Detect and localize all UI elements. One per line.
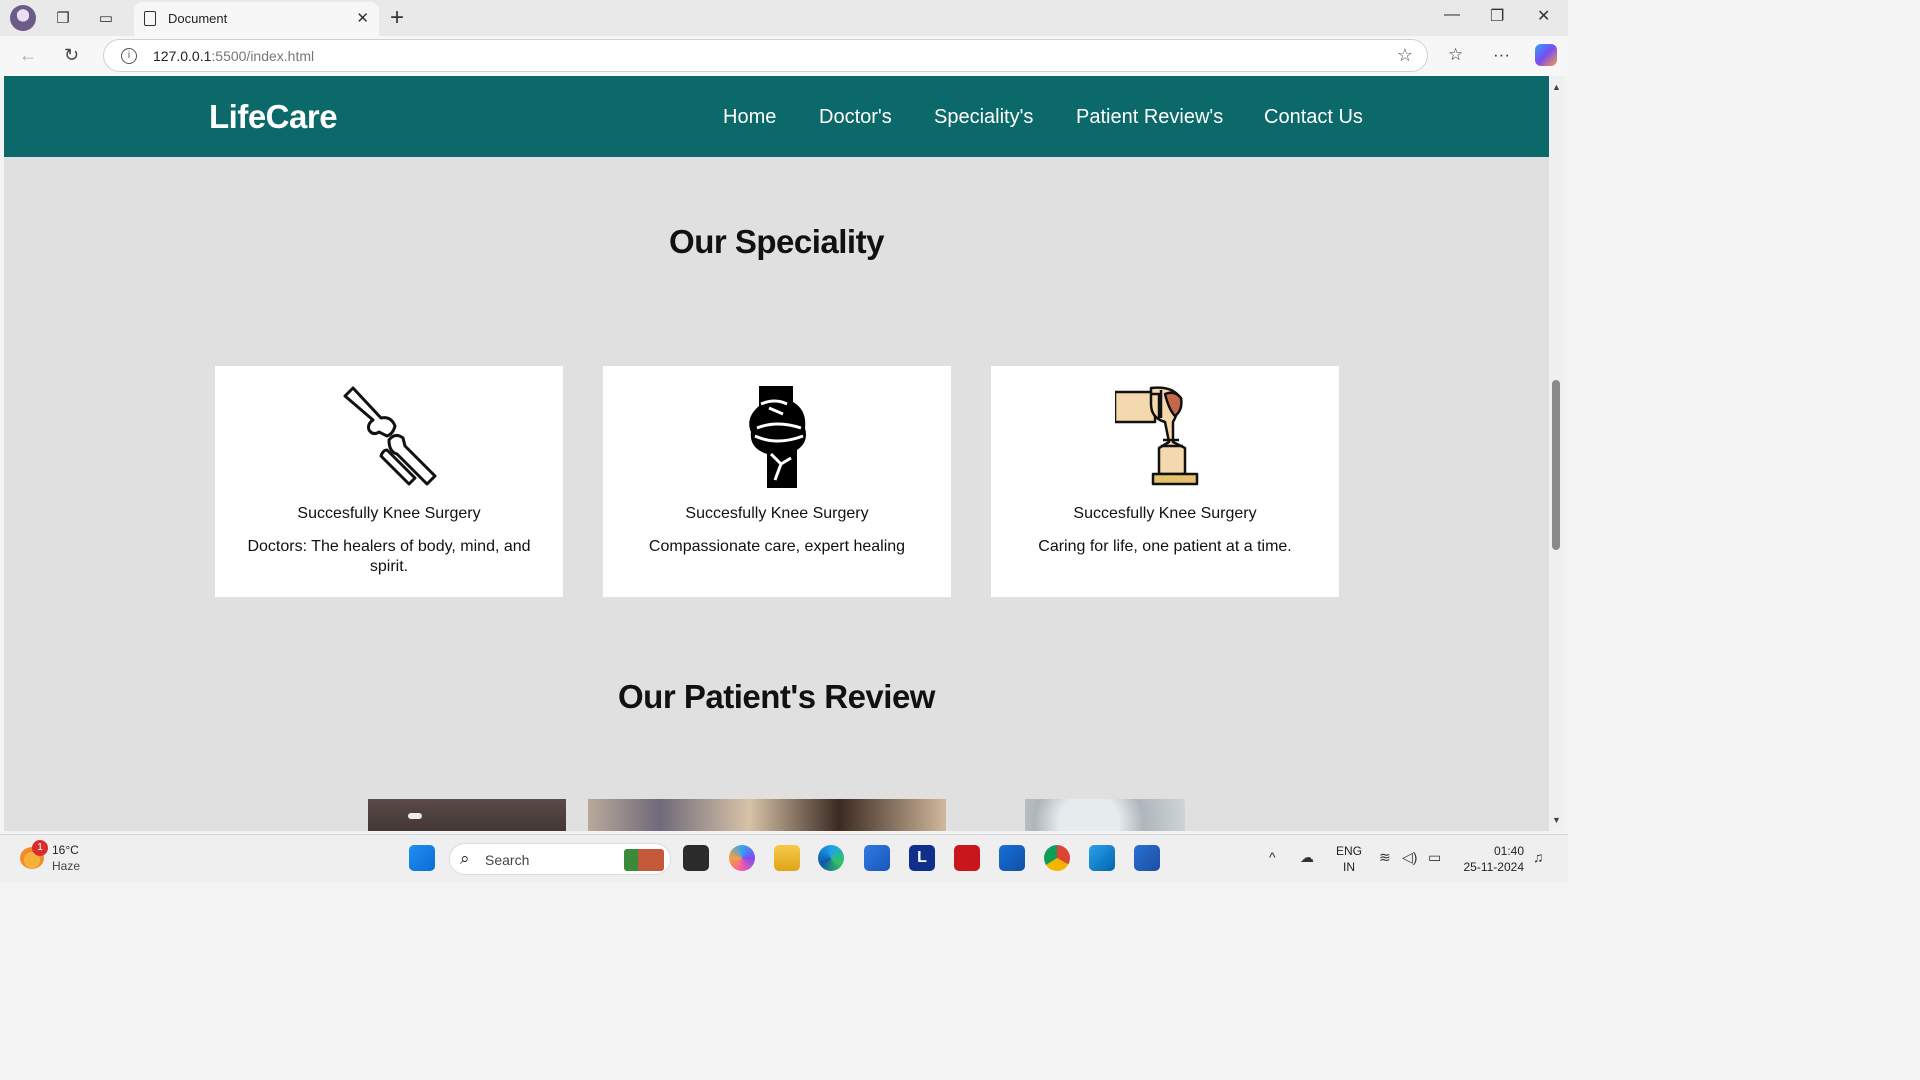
- favorite-star-icon[interactable]: ☆: [1397, 45, 1413, 66]
- nav-contact-us[interactable]: Contact Us: [1264, 106, 1363, 129]
- photo-light-highlight: [408, 813, 422, 819]
- scroll-up-icon[interactable]: ▲: [1552, 82, 1561, 92]
- store-icon[interactable]: [864, 845, 890, 871]
- knee-treatment-icon: [1115, 386, 1199, 486]
- bone-joint-outline-icon: [343, 386, 437, 486]
- url-text: 127.0.0.1:5500/index.html: [153, 48, 314, 64]
- region-code: IN: [1343, 860, 1355, 874]
- language-code: ENG: [1336, 844, 1363, 858]
- site-logo[interactable]: LifeCare: [209, 98, 338, 136]
- system-clock[interactable]: 01:40 25-11-2024: [1460, 843, 1525, 875]
- task-view-icon[interactable]: [683, 845, 709, 871]
- card-heading: Succesfully Knee Surgery: [685, 505, 869, 522]
- vscode-icon[interactable]: [1089, 845, 1115, 871]
- restore-icon[interactable]: ❐: [1490, 6, 1504, 26]
- browser-toolbar: ← ↻ i 127.0.0.1:5500/index.html ☆ ☆ ···: [0, 36, 1568, 76]
- taskbar-search[interactable]: ⌕ Search: [449, 843, 671, 875]
- knee-joint-solid-icon: [749, 386, 806, 488]
- minimize-icon[interactable]: —: [1444, 6, 1460, 24]
- mcafee-icon[interactable]: [954, 845, 980, 871]
- card-description: Doctors: The healers of body, mind, and …: [247, 538, 531, 575]
- window-close-icon[interactable]: ✕: [1537, 6, 1550, 26]
- review-photo: [368, 799, 566, 831]
- wifi-icon[interactable]: ≋: [1379, 849, 1391, 866]
- page-scrollbar[interactable]: ▲ ▼: [1549, 76, 1564, 831]
- tab-actions-icon[interactable]: ▭: [96, 8, 116, 28]
- refresh-icon[interactable]: ↻: [64, 45, 79, 66]
- weather-condition: Haze: [52, 859, 81, 873]
- address-bar[interactable]: i 127.0.0.1:5500/index.html ☆: [103, 39, 1428, 72]
- outlook-icon[interactable]: [999, 845, 1025, 871]
- new-tab-icon[interactable]: +: [390, 4, 404, 32]
- site-header: LifeCare Home Doctor's Speciality's Pati…: [4, 76, 1549, 157]
- page-viewport: LifeCare Home Doctor's Speciality's Pati…: [4, 76, 1549, 831]
- clock-time: 01:40: [1493, 844, 1524, 858]
- close-tab-icon[interactable]: ✕: [356, 9, 369, 27]
- language-indicator[interactable]: ENG IN: [1336, 843, 1362, 875]
- nav-specialities[interactable]: Speciality's: [934, 106, 1033, 129]
- chrome-icon[interactable]: [1044, 845, 1070, 871]
- scroll-down-icon[interactable]: ▼: [1552, 815, 1561, 825]
- nav-home[interactable]: Home: [723, 106, 776, 129]
- favorites-icon[interactable]: ☆: [1448, 45, 1463, 65]
- review-photo: [588, 799, 946, 831]
- url-host: 127.0.0.1: [153, 48, 212, 64]
- weather-temperature: 16°C: [52, 843, 79, 857]
- browser-tab-bar: ❐ ▭ Document ✕ + — ❐ ✕: [0, 0, 1568, 36]
- url-path: :5500/index.html: [211, 48, 315, 64]
- notification-bell-icon[interactable]: ♫: [1533, 849, 1544, 865]
- document-icon: [144, 11, 156, 26]
- back-icon[interactable]: ←: [19, 45, 37, 66]
- tab-title: Document: [168, 11, 228, 26]
- review-photo: [1025, 799, 1185, 831]
- file-explorer-icon[interactable]: [774, 845, 800, 871]
- card-description: Caring for life, one patient at a time.: [1038, 538, 1292, 555]
- workspaces-icon[interactable]: ❐: [53, 8, 73, 28]
- copilot-icon[interactable]: [1535, 44, 1557, 66]
- volume-icon[interactable]: ◁): [1402, 849, 1417, 866]
- site-info-icon[interactable]: i: [121, 48, 137, 64]
- reviews-title: Our Patient's Review: [618, 678, 935, 715]
- copilot-app-icon[interactable]: [729, 845, 755, 871]
- speciality-card: Succesfully Knee Surgery Caring for life…: [991, 366, 1339, 597]
- card-heading: Succesfully Knee Surgery: [1073, 505, 1257, 522]
- battery-icon[interactable]: ▭: [1428, 849, 1441, 866]
- onedrive-icon[interactable]: ☁: [1300, 849, 1314, 866]
- more-options-icon[interactable]: ···: [1493, 45, 1510, 65]
- clock-date: 25-11-2024: [1463, 860, 1525, 874]
- start-icon[interactable]: [409, 845, 435, 871]
- weather-badge: 1: [32, 840, 48, 856]
- l-app-icon[interactable]: L: [909, 845, 935, 871]
- scroll-thumb[interactable]: [1552, 380, 1560, 550]
- active-tab[interactable]: Document ✕: [134, 2, 379, 36]
- search-label: Search: [485, 852, 530, 868]
- search-icon: ⌕: [460, 849, 470, 868]
- edge-icon[interactable]: [818, 845, 844, 871]
- speciality-card: Succesfully Knee Surgery Compassionate c…: [603, 366, 951, 597]
- nav-patient-reviews[interactable]: Patient Review's: [1076, 106, 1223, 129]
- card-heading: Succesfully Knee Surgery: [297, 505, 481, 522]
- profile-avatar[interactable]: [10, 5, 36, 31]
- nav-doctors[interactable]: Doctor's: [819, 106, 892, 129]
- search-highlight-icon: [624, 849, 664, 871]
- tray-overflow-icon[interactable]: ^: [1269, 849, 1276, 865]
- word-icon[interactable]: [1134, 845, 1160, 871]
- speciality-card: Succesfully Knee Surgery Doctors: The he…: [215, 366, 563, 597]
- windows-taskbar: 1 16°C Haze ⌕ Search L ^ ☁ ENG IN ≋ ◁) ▭…: [0, 834, 1568, 882]
- speciality-title: Our Speciality: [669, 223, 884, 260]
- card-description: Compassionate care, expert healing: [648, 538, 906, 555]
